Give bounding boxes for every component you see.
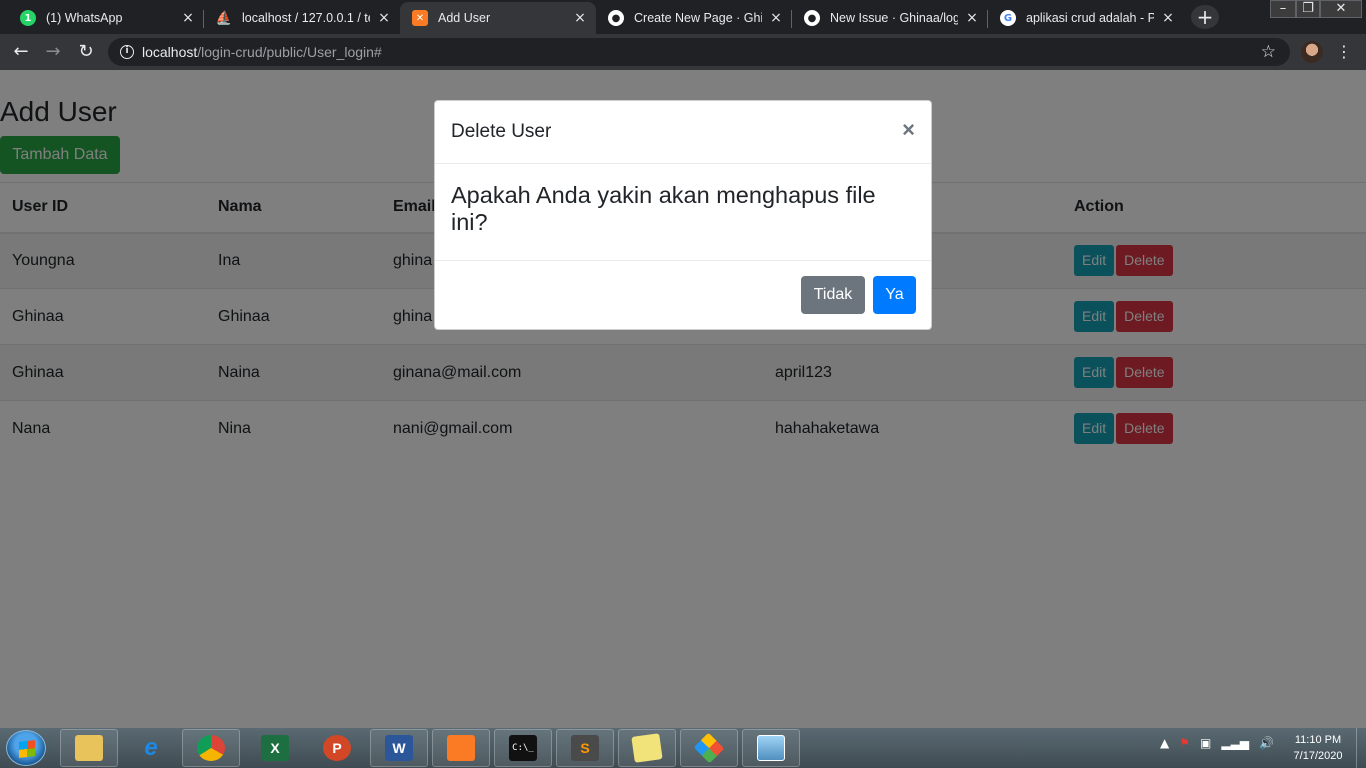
new-tab-button[interactable]: + xyxy=(1191,5,1219,29)
phpmyadmin-icon: ⛵ xyxy=(215,10,233,26)
taskbar-chrome[interactable] xyxy=(182,729,240,767)
start-button[interactable] xyxy=(6,730,46,766)
taskbar-git[interactable] xyxy=(680,729,738,767)
tab-close-icon[interactable]: × xyxy=(1160,10,1176,26)
windows-taskbar: e X P W C:\_ S ▲ ⚑ ▣ ▂▃▅ 🔊 11:10 PM 7/17… xyxy=(0,728,1366,768)
bookmark-star-icon[interactable]: ☆ xyxy=(1261,42,1276,62)
taskbar-xampp[interactable] xyxy=(432,729,490,767)
url-host: localhost xyxy=(142,44,198,60)
tab-whatsapp[interactable]: 1 (1) WhatsApp × xyxy=(8,2,204,34)
tab-new-issue[interactable]: ● New Issue · Ghinaa/login × xyxy=(792,2,988,34)
word-icon: W xyxy=(385,735,413,761)
show-desktop-button[interactable] xyxy=(1356,728,1366,768)
signal-icon[interactable]: ▂▃▅ xyxy=(1221,736,1249,750)
action-center-flag-icon[interactable]: ⚑ xyxy=(1179,736,1190,750)
tab-close-icon[interactable]: × xyxy=(572,10,588,26)
reload-icon[interactable]: ↻ xyxy=(74,41,98,63)
taskbar-internet-explorer[interactable]: e xyxy=(122,729,180,767)
tab-title: Add User xyxy=(438,11,491,25)
internet-explorer-icon: e xyxy=(144,734,158,761)
tab-close-icon[interactable]: × xyxy=(964,10,980,26)
delete-user-modal: Delete User × Apakah Anda yakin akan men… xyxy=(434,100,932,330)
confirm-button[interactable]: Ya xyxy=(873,276,916,314)
profile-avatar[interactable] xyxy=(1301,41,1323,63)
address-bar[interactable]: i localhost/login-crud/public/User_login… xyxy=(108,38,1290,66)
tab-close-icon[interactable]: × xyxy=(768,10,784,26)
whatsapp-icon: 1 xyxy=(20,10,36,26)
modal-title: Delete User xyxy=(451,121,552,142)
tab-close-icon[interactable]: × xyxy=(180,10,196,26)
device-icon[interactable]: ▣ xyxy=(1200,736,1211,750)
taskbar-word[interactable]: W xyxy=(370,729,428,767)
modal-footer: Tidak Ya xyxy=(435,261,931,329)
minimize-button[interactable]: – xyxy=(1270,0,1296,18)
url-path: /login-crud/public/User_login# xyxy=(197,44,382,60)
system-clock[interactable]: 11:10 PM 7/17/2020 xyxy=(1280,732,1356,764)
xampp-icon: ✕ xyxy=(412,10,428,26)
excel-icon: X xyxy=(261,735,289,761)
tab-phpmyadmin[interactable]: ⛵ localhost / 127.0.0.1 / tel × xyxy=(204,2,400,34)
powerpoint-icon: P xyxy=(323,735,351,761)
command-prompt-icon: C:\_ xyxy=(509,735,537,761)
show-hidden-icons-icon[interactable]: ▲ xyxy=(1160,736,1169,750)
browser-tab-bar: 1 (1) WhatsApp × ⛵ localhost / 127.0.0.1… xyxy=(0,0,1366,34)
tab-create-new-page[interactable]: ● Create New Page · Ghinaa × xyxy=(596,2,792,34)
chrome-icon xyxy=(197,735,225,761)
sublime-text-icon: S xyxy=(571,735,599,761)
tab-title: (1) WhatsApp xyxy=(46,11,123,25)
system-tray: ▲ ⚑ ▣ ▂▃▅ 🔊 xyxy=(1160,736,1274,750)
tab-title: aplikasi crud adalah - Pen xyxy=(1026,11,1154,25)
sticky-notes-icon xyxy=(631,733,663,763)
tab-title: Create New Page · Ghinaa xyxy=(634,11,762,25)
git-icon xyxy=(693,732,725,764)
modal-message: Apakah Anda yakin akan menghapus file in… xyxy=(435,164,931,261)
taskbar-command-prompt[interactable]: C:\_ xyxy=(494,729,552,767)
clock-date: 7/17/2020 xyxy=(1293,750,1343,762)
github-icon: ● xyxy=(608,10,624,26)
google-icon: G xyxy=(1000,10,1016,26)
xampp-icon xyxy=(447,735,475,761)
taskbar-sticky-notes[interactable] xyxy=(618,729,676,767)
volume-icon[interactable]: 🔊 xyxy=(1259,736,1274,750)
folder-icon xyxy=(75,735,103,761)
close-icon[interactable]: × xyxy=(902,117,915,143)
browser-toolbar: ← → ↻ i localhost/login-crud/public/User… xyxy=(0,34,1366,70)
tab-google-search[interactable]: G aplikasi crud adalah - Pen × xyxy=(988,2,1184,34)
restore-button[interactable]: ❐ xyxy=(1296,0,1320,18)
taskbar-sublime-text[interactable]: S xyxy=(556,729,614,767)
clock-time: 11:10 PM xyxy=(1294,734,1342,746)
taskbar-excel[interactable]: X xyxy=(246,729,304,767)
cancel-button[interactable]: Tidak xyxy=(801,276,865,314)
taskbar-photo-viewer[interactable] xyxy=(742,729,800,767)
windows-logo-icon xyxy=(19,740,35,758)
forward-arrow-icon[interactable]: → xyxy=(41,41,65,63)
tab-add-user[interactable]: ✕ Add User × xyxy=(400,2,596,34)
github-icon: ● xyxy=(804,10,820,26)
tab-close-icon[interactable]: × xyxy=(376,10,392,26)
taskbar-powerpoint[interactable]: P xyxy=(308,729,366,767)
taskbar-file-explorer[interactable] xyxy=(60,729,118,767)
photo-viewer-icon xyxy=(757,735,785,761)
browser-menu-icon[interactable]: ⋮ xyxy=(1336,41,1352,63)
tab-title: localhost / 127.0.0.1 / tel xyxy=(242,11,370,25)
modal-header: Delete User × xyxy=(435,101,931,164)
back-arrow-icon[interactable]: ← xyxy=(9,41,33,63)
site-info-icon[interactable]: i xyxy=(120,45,134,59)
tab-title: New Issue · Ghinaa/login xyxy=(830,11,958,25)
close-window-button[interactable]: ✕ xyxy=(1320,0,1362,18)
